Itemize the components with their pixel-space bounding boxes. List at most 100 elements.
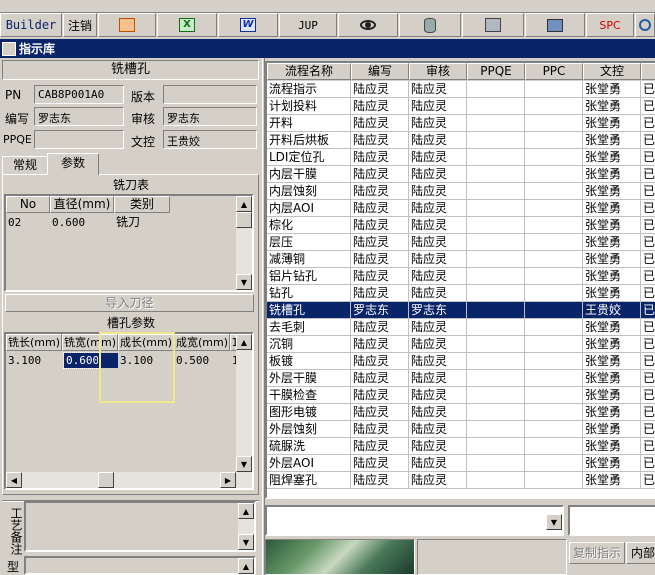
table-cell: [467, 200, 525, 217]
col-ppc[interactable]: PPC: [525, 63, 583, 80]
table-row[interactable]: 干膜检查 陆应灵 陆应灵 张堂勇已: [267, 387, 655, 404]
copy-instruction-button[interactable]: 复制指示: [569, 542, 625, 564]
table-row[interactable]: 外层干膜 陆应灵 陆应灵 张堂勇已: [267, 370, 655, 387]
version-label: 版本: [131, 90, 156, 104]
table-cell: [525, 251, 583, 268]
table-cell: 减薄铜: [267, 251, 351, 268]
table-cell: [467, 387, 525, 404]
table-row[interactable]: 去毛刺 陆应灵 陆应灵 张堂勇已: [267, 319, 655, 336]
chevron-down-icon[interactable]: ▼: [546, 514, 562, 530]
slot-cell-final-width[interactable]: 0.500: [174, 352, 230, 369]
scroll-left-icon[interactable]: ◀: [6, 472, 22, 488]
computer-button[interactable]: [525, 13, 585, 37]
table-cell: 流程指示: [267, 81, 351, 98]
tool-col-no[interactable]: No: [6, 196, 50, 213]
scroll-right-icon[interactable]: ▶: [220, 472, 236, 488]
refresh-button[interactable]: [635, 13, 655, 37]
ppt-button[interactable]: [98, 13, 156, 37]
scroll-up-icon[interactable]: ▲: [236, 196, 252, 212]
slot-table-vscroll[interactable]: ▲ ▼: [236, 334, 252, 472]
ppqe-field[interactable]: [34, 130, 124, 149]
table-row[interactable]: 铝片钻孔 陆应灵 陆应灵 张堂勇已: [267, 268, 655, 285]
table-row[interactable]: 计划投料 陆应灵 陆应灵 张堂勇已: [267, 98, 655, 115]
table-cell: [467, 421, 525, 438]
table-cell: [525, 421, 583, 438]
table-row[interactable]: 板镀 陆应灵 陆应灵 张堂勇已: [267, 353, 655, 370]
table-row[interactable]: 图形电镀 陆应灵 陆应灵 张堂勇已: [267, 404, 655, 421]
spc-button[interactable]: SPC: [586, 13, 634, 37]
col-process-name[interactable]: 流程名称: [267, 63, 351, 80]
author-field[interactable]: 罗志东: [34, 107, 124, 126]
table-row[interactable]: 开料后烘板 陆应灵 陆应灵 张堂勇已: [267, 132, 655, 149]
table-row[interactable]: LDI定位孔 陆应灵 陆应灵 张堂勇已: [267, 149, 655, 166]
network-button[interactable]: [462, 13, 524, 37]
builder-button[interactable]: Builder: [0, 13, 62, 37]
col-ppqe[interactable]: PPQE: [467, 63, 525, 80]
pn-field[interactable]: CAB8P001A0: [34, 85, 124, 104]
jup-button[interactable]: JUP: [279, 13, 337, 37]
table-cell: [467, 404, 525, 421]
slot-col-final-width[interactable]: 成宽(mm): [174, 334, 230, 351]
table-row[interactable]: 沉铜 陆应灵 陆应灵 张堂勇已: [267, 336, 655, 353]
import-tool-button[interactable]: 导入刀径: [5, 294, 254, 312]
hscroll-thumb[interactable]: [98, 472, 114, 488]
scroll-up-icon[interactable]: ▲: [238, 503, 254, 519]
process-select[interactable]: ▼: [265, 505, 564, 536]
secondary-input[interactable]: [568, 505, 655, 536]
table-row[interactable]: 内层干膜 陆应灵 陆应灵 张堂勇已: [267, 166, 655, 183]
internal-button[interactable]: 内部: [626, 542, 655, 564]
table-row[interactable]: 流程指示 陆应灵 陆应灵 张堂勇已: [267, 81, 655, 98]
tool-table-scrollbar[interactable]: ▲ ▼: [236, 196, 252, 290]
table-row[interactable]: 铣槽孔 罗志东 罗志东 王贵姣已: [267, 302, 655, 319]
table-row[interactable]: 阻焊塞孔 陆应灵 陆应灵 张堂勇已: [267, 472, 655, 489]
table-cell: 已: [641, 285, 655, 302]
table-row[interactable]: 硫脲洗 陆应灵 陆应灵 张堂勇已: [267, 438, 655, 455]
review-field[interactable]: 罗志东: [163, 107, 257, 126]
col-review[interactable]: 审核: [409, 63, 467, 80]
col-status[interactable]: [641, 63, 655, 80]
word-button[interactable]: W: [218, 13, 278, 37]
tool-col-diameter[interactable]: 直径(mm): [50, 196, 114, 213]
refresh-icon: [639, 19, 651, 31]
table-row[interactable]: 内层AOI 陆应灵 陆应灵 张堂勇已: [267, 200, 655, 217]
table-cell: 陆应灵: [409, 217, 467, 234]
slot-cell-mill-length[interactable]: 3.100: [6, 352, 62, 369]
scroll-up-icon[interactable]: ▲: [236, 334, 252, 350]
table-row[interactable]: 外层蚀刻 陆应灵 陆应灵 张堂勇已: [267, 421, 655, 438]
doc-control-field[interactable]: 王贵姣: [163, 130, 257, 149]
scroll-up-icon[interactable]: ▲: [238, 558, 254, 574]
table-row[interactable]: 层压 陆应灵 陆应灵 张堂勇已: [267, 234, 655, 251]
col-doc-control[interactable]: 文控: [583, 63, 641, 80]
scroll-down-icon[interactable]: ▼: [236, 274, 252, 290]
slot-cell-mill-width[interactable]: 0.600: [63, 352, 99, 369]
tool-col-type[interactable]: 类别: [114, 196, 170, 213]
table-row[interactable]: 钻孔 陆应灵 陆应灵 张堂勇已: [267, 285, 655, 302]
tab-params[interactable]: 参数: [47, 153, 99, 175]
table-row[interactable]: 外层AOI 陆应灵 陆应灵 张堂勇已: [267, 455, 655, 472]
table-row[interactable]: 开料 陆应灵 陆应灵 张堂勇已: [267, 115, 655, 132]
table-row[interactable]: 内层蚀刻 陆应灵 陆应灵 张堂勇已: [267, 183, 655, 200]
logout-button[interactable]: 注销: [63, 13, 97, 37]
process-notes-field[interactable]: ▲ ▼: [24, 501, 256, 552]
database-button[interactable]: [399, 13, 461, 37]
scroll-thumb[interactable]: [236, 212, 252, 228]
type-field[interactable]: ▲: [24, 556, 256, 575]
version-field[interactable]: [163, 85, 257, 104]
window-title: 指示库: [19, 42, 56, 56]
slot-table-hscroll[interactable]: ◀ ▶: [6, 472, 252, 488]
excel-button[interactable]: X: [157, 13, 217, 37]
scroll-down-icon[interactable]: ▼: [238, 534, 254, 550]
table-cell: [525, 319, 583, 336]
scroll-down-icon[interactable]: ▼: [236, 456, 252, 472]
tab-general[interactable]: 常规: [2, 156, 48, 174]
table-row[interactable]: 减薄铜 陆应灵 陆应灵 张堂勇已: [267, 251, 655, 268]
view-button[interactable]: [338, 13, 398, 37]
notes-scrollbar[interactable]: ▲ ▼: [238, 503, 254, 550]
table-cell: 张堂勇: [583, 98, 641, 115]
table-cell: 已: [641, 132, 655, 149]
table-row[interactable]: 棕化 陆应灵 陆应灵 张堂勇已: [267, 217, 655, 234]
col-author[interactable]: 编写: [351, 63, 409, 80]
table-cell: 内层AOI: [267, 200, 351, 217]
slot-col-mill-length[interactable]: 铣长(mm): [6, 334, 62, 351]
table-cell: 张堂勇: [583, 268, 641, 285]
